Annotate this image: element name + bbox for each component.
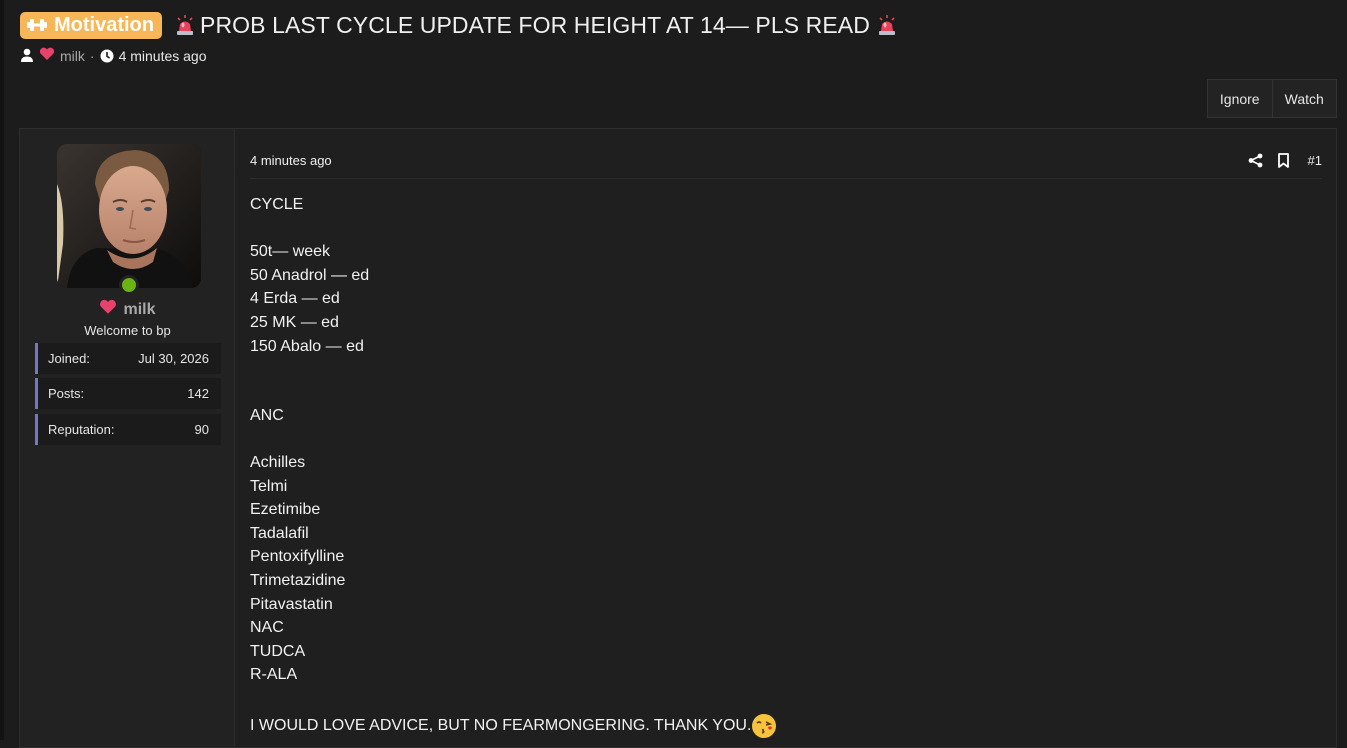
post: milk Welcome to bp Joined: Jul 30, 2026 … <box>19 128 1337 748</box>
left-edge <box>0 0 4 740</box>
closing-line: I WOULD LOVE ADVICE, BUT NO FEARMONGERIN… <box>250 713 1322 739</box>
closing-text: I WOULD LOVE ADVICE, BUT NO FEARMONGERIN… <box>250 716 752 734</box>
kissing-face-emoji <box>751 713 777 739</box>
text-line: 4 Erda — ed <box>250 290 340 308</box>
text-line: Achilles <box>250 453 306 471</box>
post-content: CYCLE 50t— week 50 Anadrol — ed 4 Erda —… <box>250 193 1322 739</box>
text-line: 50 Anadrol — ed <box>250 266 370 284</box>
stat-joined: Joined: Jul 30, 2026 <box>35 343 221 374</box>
post-user-column: milk Welcome to bp Joined: Jul 30, 2026 … <box>20 129 235 747</box>
bookmark-icon[interactable] <box>1277 153 1290 168</box>
thread-header: Motivation PROB LAST CYCLE UPDATE FOR HE… <box>20 11 1337 64</box>
stat-value: Jul 30, 2026 <box>138 351 209 366</box>
stat-posts: Posts: 142 <box>35 378 221 409</box>
clock-icon <box>100 49 114 63</box>
avatar[interactable] <box>57 144 201 288</box>
watch-button[interactable]: Watch <box>1271 80 1337 117</box>
siren-icon <box>876 14 898 36</box>
stat-label: Reputation: <box>48 422 115 437</box>
post-time[interactable]: 4 minutes ago <box>250 153 332 168</box>
prefix-label: Motivation <box>54 13 154 36</box>
text-line: 150 Abalo — ed <box>250 337 364 355</box>
thread-actions: Ignore Watch <box>1207 79 1337 118</box>
text-line: Ezetimibe <box>250 501 321 519</box>
post-body: 4 minutes ago #1 CYCLE 50t— week 50 Anad… <box>235 129 1336 747</box>
author-link[interactable]: milk <box>60 48 85 64</box>
text-line: Tadalafil <box>250 524 309 542</box>
text-line: Pentoxifylline <box>250 548 345 566</box>
online-indicator <box>119 275 139 295</box>
text-line: Trimetazidine <box>250 571 346 589</box>
thread-title: PROB LAST CYCLE UPDATE FOR HEIGHT AT 14—… <box>200 11 870 38</box>
stat-value: 90 <box>194 422 209 437</box>
username-label: milk <box>123 300 156 318</box>
text-line: Pitavastatin <box>250 595 333 613</box>
text-line: 25 MK — ed <box>250 313 339 331</box>
post-arrow <box>235 159 247 179</box>
title-row: Motivation PROB LAST CYCLE UPDATE FOR HE… <box>20 11 1337 39</box>
thread-time[interactable]: 4 minutes ago <box>119 48 207 64</box>
prefix-badge[interactable]: Motivation <box>20 11 162 39</box>
heart-icon <box>39 47 55 64</box>
post-username[interactable]: milk <box>20 299 235 320</box>
stat-label: Posts: <box>48 386 85 401</box>
text-line: ANC <box>250 406 284 424</box>
text-line: TUDCA <box>250 642 306 660</box>
stat-label: Joined: <box>48 351 90 366</box>
text-line: 50t— week <box>250 243 331 261</box>
user-title: Welcome to bp <box>84 323 171 338</box>
thread-meta: milk · 4 minutes ago <box>20 47 1337 64</box>
stat-reputation: Reputation: 90 <box>35 414 221 445</box>
post-number-link[interactable]: #1 <box>1308 153 1322 168</box>
text-line: NAC <box>250 619 284 637</box>
post-header: 4 minutes ago #1 <box>250 143 1322 179</box>
text-line: Telmi <box>250 477 288 495</box>
stat-value[interactable]: 142 <box>187 386 209 401</box>
dumbbell-icon <box>26 17 48 33</box>
siren-icon <box>174 14 196 36</box>
meta-separator: · <box>89 47 95 64</box>
post-actions: #1 <box>1248 153 1322 168</box>
ignore-button[interactable]: Ignore <box>1208 80 1272 117</box>
text-line: R-ALA <box>250 666 298 684</box>
user-icon <box>20 48 34 63</box>
text-line: CYCLE <box>250 196 304 213</box>
share-icon[interactable] <box>1248 153 1263 168</box>
heart-icon <box>99 299 117 320</box>
